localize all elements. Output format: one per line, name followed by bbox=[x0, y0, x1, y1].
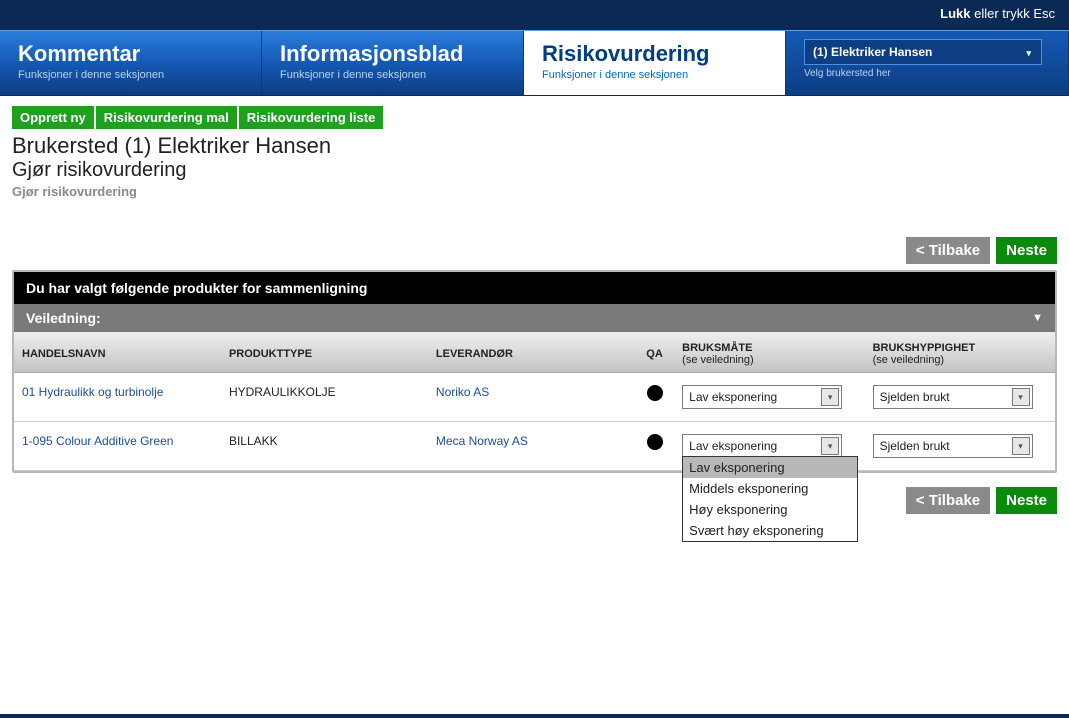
cell-leverandor[interactable]: Noriko AS bbox=[428, 373, 635, 422]
chevron-down-icon: ▾ bbox=[821, 437, 839, 455]
chevron-down-icon: ▾ bbox=[1026, 48, 1031, 59]
user-location-area: (1) Elektriker Hansen ▾ Velg brukersted … bbox=[786, 31, 1069, 95]
comparison-panel: Du har valgt følgende produkter for samm… bbox=[12, 270, 1057, 473]
cell-leverandor[interactable]: Meca Norway AS bbox=[428, 422, 635, 471]
bruksmate-options: Lav eksponering Middels eksponering Høy … bbox=[682, 456, 858, 542]
risk-template-button[interactable]: Risikovurdering mal bbox=[96, 106, 237, 129]
chevron-down-icon: ▼ bbox=[1032, 312, 1043, 324]
cell-handelsnavn[interactable]: 01 Hydraulikk og turbinolje bbox=[14, 373, 221, 422]
cell-produkttype: HYDRAULIKKOLJE bbox=[221, 373, 428, 422]
chevron-down-icon: ▾ bbox=[1012, 437, 1030, 455]
page-title-line2: Gjør risikovurdering bbox=[12, 159, 1057, 182]
user-location-value: (1) Elektriker Hansen bbox=[813, 45, 932, 59]
next-button-top[interactable]: Neste bbox=[996, 237, 1057, 264]
table-row: 01 Hydraulikk og turbinolje HYDRAULIKKOL… bbox=[14, 373, 1055, 422]
col-bruksmate: BRUKSMÅTE (se veiledning) bbox=[674, 332, 864, 373]
content-area: Opprett ny Risikovurdering mal Risikovur… bbox=[0, 96, 1069, 714]
col-brukshyppighet: BRUKSHYPPIGHET (se veiledning) bbox=[865, 332, 1055, 373]
dropdown-option[interactable]: Høy eksponering bbox=[683, 499, 857, 520]
tab-risiko-sub: Funksjoner i denne seksjonen bbox=[542, 69, 767, 81]
cell-produkttype: BILLAKK bbox=[221, 422, 428, 471]
page-title-line1: Brukersted (1) Elektriker Hansen bbox=[12, 133, 1057, 159]
tab-informasjonsblad[interactable]: Informasjonsblad Funksjoner i denne seks… bbox=[262, 31, 524, 95]
create-new-button[interactable]: Opprett ny bbox=[12, 106, 94, 129]
tab-info-title: Informasjonsblad bbox=[280, 41, 505, 67]
dropdown-option[interactable]: Svært høy eksponering bbox=[683, 520, 857, 541]
bruksmate-select-open[interactable]: Lav eksponering▾ Lav eksponering Middels… bbox=[682, 434, 842, 458]
col-qa: QA bbox=[635, 332, 674, 373]
user-location-hint: Velg brukersted her bbox=[804, 68, 1050, 79]
qa-dot-icon bbox=[647, 434, 663, 450]
cell-qa bbox=[635, 422, 674, 471]
page-subtitle: Gjør risikovurdering bbox=[12, 184, 1057, 199]
tab-kommentar-sub: Funksjoner i denne seksjonen bbox=[18, 69, 243, 81]
col-leverandor: LEVERANDØR bbox=[428, 332, 635, 373]
products-table: HANDELSNAVN PRODUKTTYPE LEVERANDØR QA BR… bbox=[14, 332, 1055, 471]
tab-kommentar-title: Kommentar bbox=[18, 41, 243, 67]
bruksmate-select[interactable]: Lav eksponering▾ bbox=[682, 385, 842, 409]
risk-list-button[interactable]: Risikovurdering liste bbox=[239, 106, 384, 129]
tab-risikovurdering[interactable]: Risikovurdering Funksjoner i denne seksj… bbox=[524, 31, 786, 95]
guidance-toggle[interactable]: Veiledning: ▼ bbox=[14, 304, 1055, 332]
qa-dot-icon bbox=[647, 385, 663, 401]
tab-kommentar[interactable]: Kommentar Funksjoner i denne seksjonen bbox=[0, 31, 262, 95]
main-tabs: Kommentar Funksjoner i denne seksjonen I… bbox=[0, 30, 1069, 96]
col-produkttype: PRODUKTTYPE bbox=[221, 332, 428, 373]
cell-handelsnavn[interactable]: 1-095 Colour Additive Green bbox=[14, 422, 221, 471]
col-handelsnavn: HANDELSNAVN bbox=[14, 332, 221, 373]
tab-risiko-title: Risikovurdering bbox=[542, 41, 767, 67]
dropdown-option[interactable]: Lav eksponering bbox=[683, 457, 857, 478]
back-button-bottom[interactable]: < Tilbake bbox=[906, 487, 990, 514]
back-button-top[interactable]: < Tilbake bbox=[906, 237, 990, 264]
panel-title: Du har valgt følgende produkter for samm… bbox=[14, 272, 1055, 304]
table-row: 1-095 Colour Additive Green BILLAKK Meca… bbox=[14, 422, 1055, 471]
chevron-down-icon: ▾ bbox=[821, 388, 839, 406]
chevron-down-icon: ▾ bbox=[1012, 388, 1030, 406]
next-button-bottom[interactable]: Neste bbox=[996, 487, 1057, 514]
cell-qa bbox=[635, 373, 674, 422]
user-location-select[interactable]: (1) Elektriker Hansen ▾ bbox=[804, 39, 1042, 65]
tab-info-sub: Funksjoner i denne seksjonen bbox=[280, 69, 505, 81]
guidance-label: Veiledning: bbox=[26, 310, 101, 326]
brukshyppighet-select[interactable]: Sjelden brukt▾ bbox=[873, 385, 1033, 409]
dropdown-option[interactable]: Middels eksponering bbox=[683, 478, 857, 499]
brukshyppighet-select[interactable]: Sjelden brukt▾ bbox=[873, 434, 1033, 458]
close-hint[interactable]: Lukk eller trykk Esc bbox=[0, 0, 1069, 30]
